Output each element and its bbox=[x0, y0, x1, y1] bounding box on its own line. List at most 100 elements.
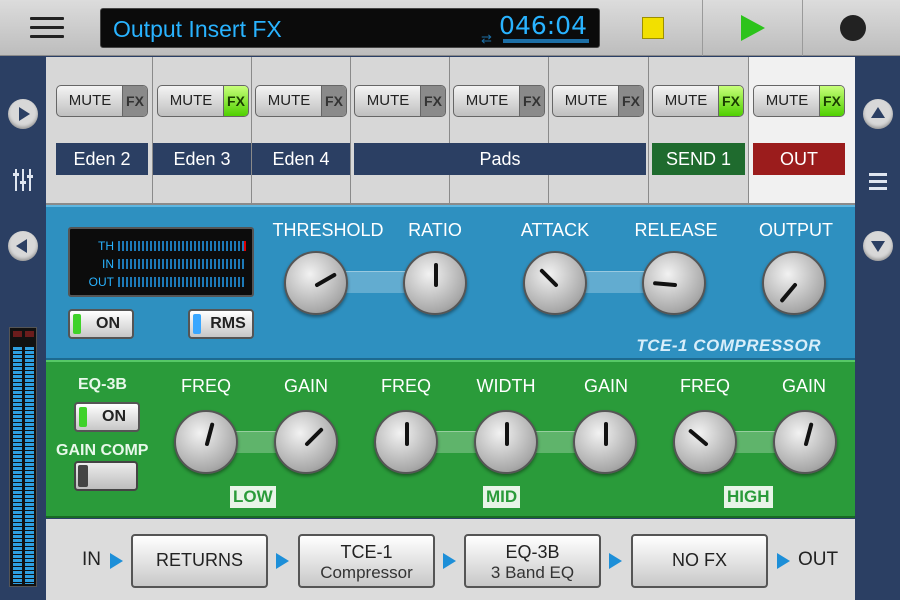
knob-pointer bbox=[779, 282, 798, 304]
mute-button[interactable]: MUTE bbox=[355, 86, 421, 116]
attack-knob[interactable] bbox=[523, 251, 587, 315]
knob-pointer bbox=[405, 422, 409, 446]
fx-button[interactable]: FX bbox=[420, 86, 445, 116]
gain-comp-switch[interactable] bbox=[74, 461, 138, 491]
meter-right bbox=[25, 346, 34, 584]
on-led bbox=[79, 407, 87, 427]
arrow-left-icon bbox=[16, 239, 27, 253]
clip-indicator-right bbox=[25, 331, 34, 337]
compressor-panel: TH IN OUT ON RMS THRESHOLD RATIO ATTACK … bbox=[46, 205, 855, 360]
fx-button[interactable]: FX bbox=[122, 86, 147, 116]
channel-strip: MUTE FX Eden 2 MUTE FX Eden 3 MUTE FX Ed… bbox=[46, 57, 855, 205]
gain-comp-label: GAIN COMP bbox=[56, 442, 149, 459]
release-label: RELEASE bbox=[634, 220, 718, 240]
channel-name: Eden 4 bbox=[252, 143, 350, 175]
mid-width-knob[interactable] bbox=[474, 410, 538, 474]
play-icon bbox=[741, 15, 765, 41]
low-gain-label: GAIN bbox=[283, 376, 328, 396]
mute-button[interactable]: MUTE bbox=[158, 86, 224, 116]
fx-button[interactable]: FX bbox=[819, 86, 844, 116]
arrow-right-icon bbox=[19, 107, 30, 121]
comp-on-button[interactable]: ON bbox=[68, 309, 134, 339]
knob-pointer bbox=[652, 281, 678, 288]
next-page-button[interactable] bbox=[8, 99, 38, 129]
gain-reduction-meter: TH IN OUT bbox=[68, 227, 254, 297]
mute-button[interactable]: MUTE bbox=[553, 86, 619, 116]
mute-button[interactable]: MUTE bbox=[653, 86, 719, 116]
chain-out-label: OUT bbox=[798, 549, 839, 570]
arrow-right-icon bbox=[443, 553, 456, 569]
channel-out[interactable]: MUTE FX OUT bbox=[749, 57, 855, 203]
stop-icon bbox=[642, 17, 664, 39]
threshold-marker bbox=[244, 241, 246, 251]
knob-pointer bbox=[604, 422, 608, 446]
arrow-right-icon bbox=[110, 553, 123, 569]
mixer-icon[interactable] bbox=[12, 169, 34, 191]
fx-slot-compressor[interactable]: TCE-1 Compressor bbox=[298, 534, 435, 588]
low-freq-knob[interactable] bbox=[174, 410, 238, 474]
fx-slot-eq[interactable]: EQ-3B 3 Band EQ bbox=[464, 534, 601, 588]
fx-button[interactable]: FX bbox=[321, 86, 346, 116]
arrow-right-icon bbox=[777, 553, 790, 569]
rms-button[interactable]: RMS bbox=[188, 309, 254, 339]
on-led bbox=[73, 314, 81, 334]
mute-button[interactable]: MUTE bbox=[256, 86, 322, 116]
scroll-up-button[interactable] bbox=[863, 99, 893, 129]
ratio-knob[interactable] bbox=[403, 251, 467, 315]
song-display: Output Insert FX ⇄ 046:04 bbox=[100, 8, 600, 48]
fx-button[interactable]: FX bbox=[223, 86, 248, 116]
eq-on-button[interactable]: ON bbox=[74, 402, 140, 432]
output-knob[interactable] bbox=[762, 251, 826, 315]
record-button[interactable] bbox=[802, 0, 900, 56]
mute-fx-group: MUTE FX bbox=[56, 85, 148, 117]
eq-panel: EQ-3B ON GAIN COMP FREQ GAIN FREQ WIDTH … bbox=[46, 360, 855, 518]
fx-button[interactable]: FX bbox=[618, 86, 643, 116]
fx-button[interactable]: FX bbox=[718, 86, 743, 116]
mid-gain-knob[interactable] bbox=[573, 410, 637, 474]
slot-title: TCE-1 bbox=[340, 542, 393, 562]
slot-title: RETURNS bbox=[155, 550, 243, 570]
knob-pointer bbox=[434, 263, 438, 287]
ratio-label: RATIO bbox=[408, 220, 462, 240]
high-gain-knob[interactable] bbox=[773, 410, 837, 474]
mute-button[interactable]: MUTE bbox=[754, 86, 820, 116]
mute-button[interactable]: MUTE bbox=[454, 86, 520, 116]
low-freq-label: FREQ bbox=[180, 376, 231, 396]
channel-eden-4[interactable]: MUTE FX Eden 4 bbox=[252, 57, 351, 203]
right-rail bbox=[855, 57, 900, 600]
channel-pads-3[interactable]: MUTE FX bbox=[549, 57, 649, 203]
channel-pads-1[interactable]: MUTE FX bbox=[351, 57, 450, 203]
mute-fx-group: MUTE FX bbox=[354, 85, 446, 117]
stop-button[interactable] bbox=[602, 0, 702, 56]
arrow-up-icon bbox=[871, 107, 885, 118]
mute-fx-group: MUTE FX bbox=[652, 85, 744, 117]
band-label-low: LOW bbox=[230, 486, 276, 508]
channel-name: OUT bbox=[753, 143, 845, 175]
play-button[interactable] bbox=[702, 0, 802, 56]
fx-slot-returns[interactable]: RETURNS bbox=[131, 534, 268, 588]
fx-slot-empty[interactable]: NO FX bbox=[631, 534, 768, 588]
release-knob[interactable] bbox=[642, 251, 706, 315]
knob-pointer bbox=[304, 427, 324, 447]
menu-icon[interactable] bbox=[30, 17, 64, 39]
chain-in-label: IN bbox=[82, 549, 101, 570]
fx-button[interactable]: FX bbox=[519, 86, 544, 116]
channel-send-1[interactable]: MUTE FX SEND 1 bbox=[649, 57, 749, 203]
slot-title: EQ-3B bbox=[505, 542, 560, 562]
rms-label: RMS bbox=[210, 315, 246, 332]
channel-pads-2[interactable]: MUTE FX bbox=[450, 57, 549, 203]
scroll-down-button[interactable] bbox=[863, 231, 893, 261]
mute-button[interactable]: MUTE bbox=[57, 86, 123, 116]
channel-eden-3[interactable]: MUTE FX Eden 3 bbox=[153, 57, 252, 203]
knob-pointer bbox=[539, 268, 559, 288]
channel-name: SEND 1 bbox=[652, 143, 745, 175]
mid-freq-knob[interactable] bbox=[374, 410, 438, 474]
high-freq-knob[interactable] bbox=[673, 410, 737, 474]
low-gain-knob[interactable] bbox=[274, 410, 338, 474]
list-icon[interactable] bbox=[869, 173, 887, 194]
prev-page-button[interactable] bbox=[8, 231, 38, 261]
band-label-high: HIGH bbox=[724, 486, 773, 508]
channel-name: Eden 2 bbox=[56, 143, 148, 175]
threshold-knob[interactable] bbox=[284, 251, 348, 315]
channel-eden-2[interactable]: MUTE FX Eden 2 bbox=[46, 57, 153, 203]
